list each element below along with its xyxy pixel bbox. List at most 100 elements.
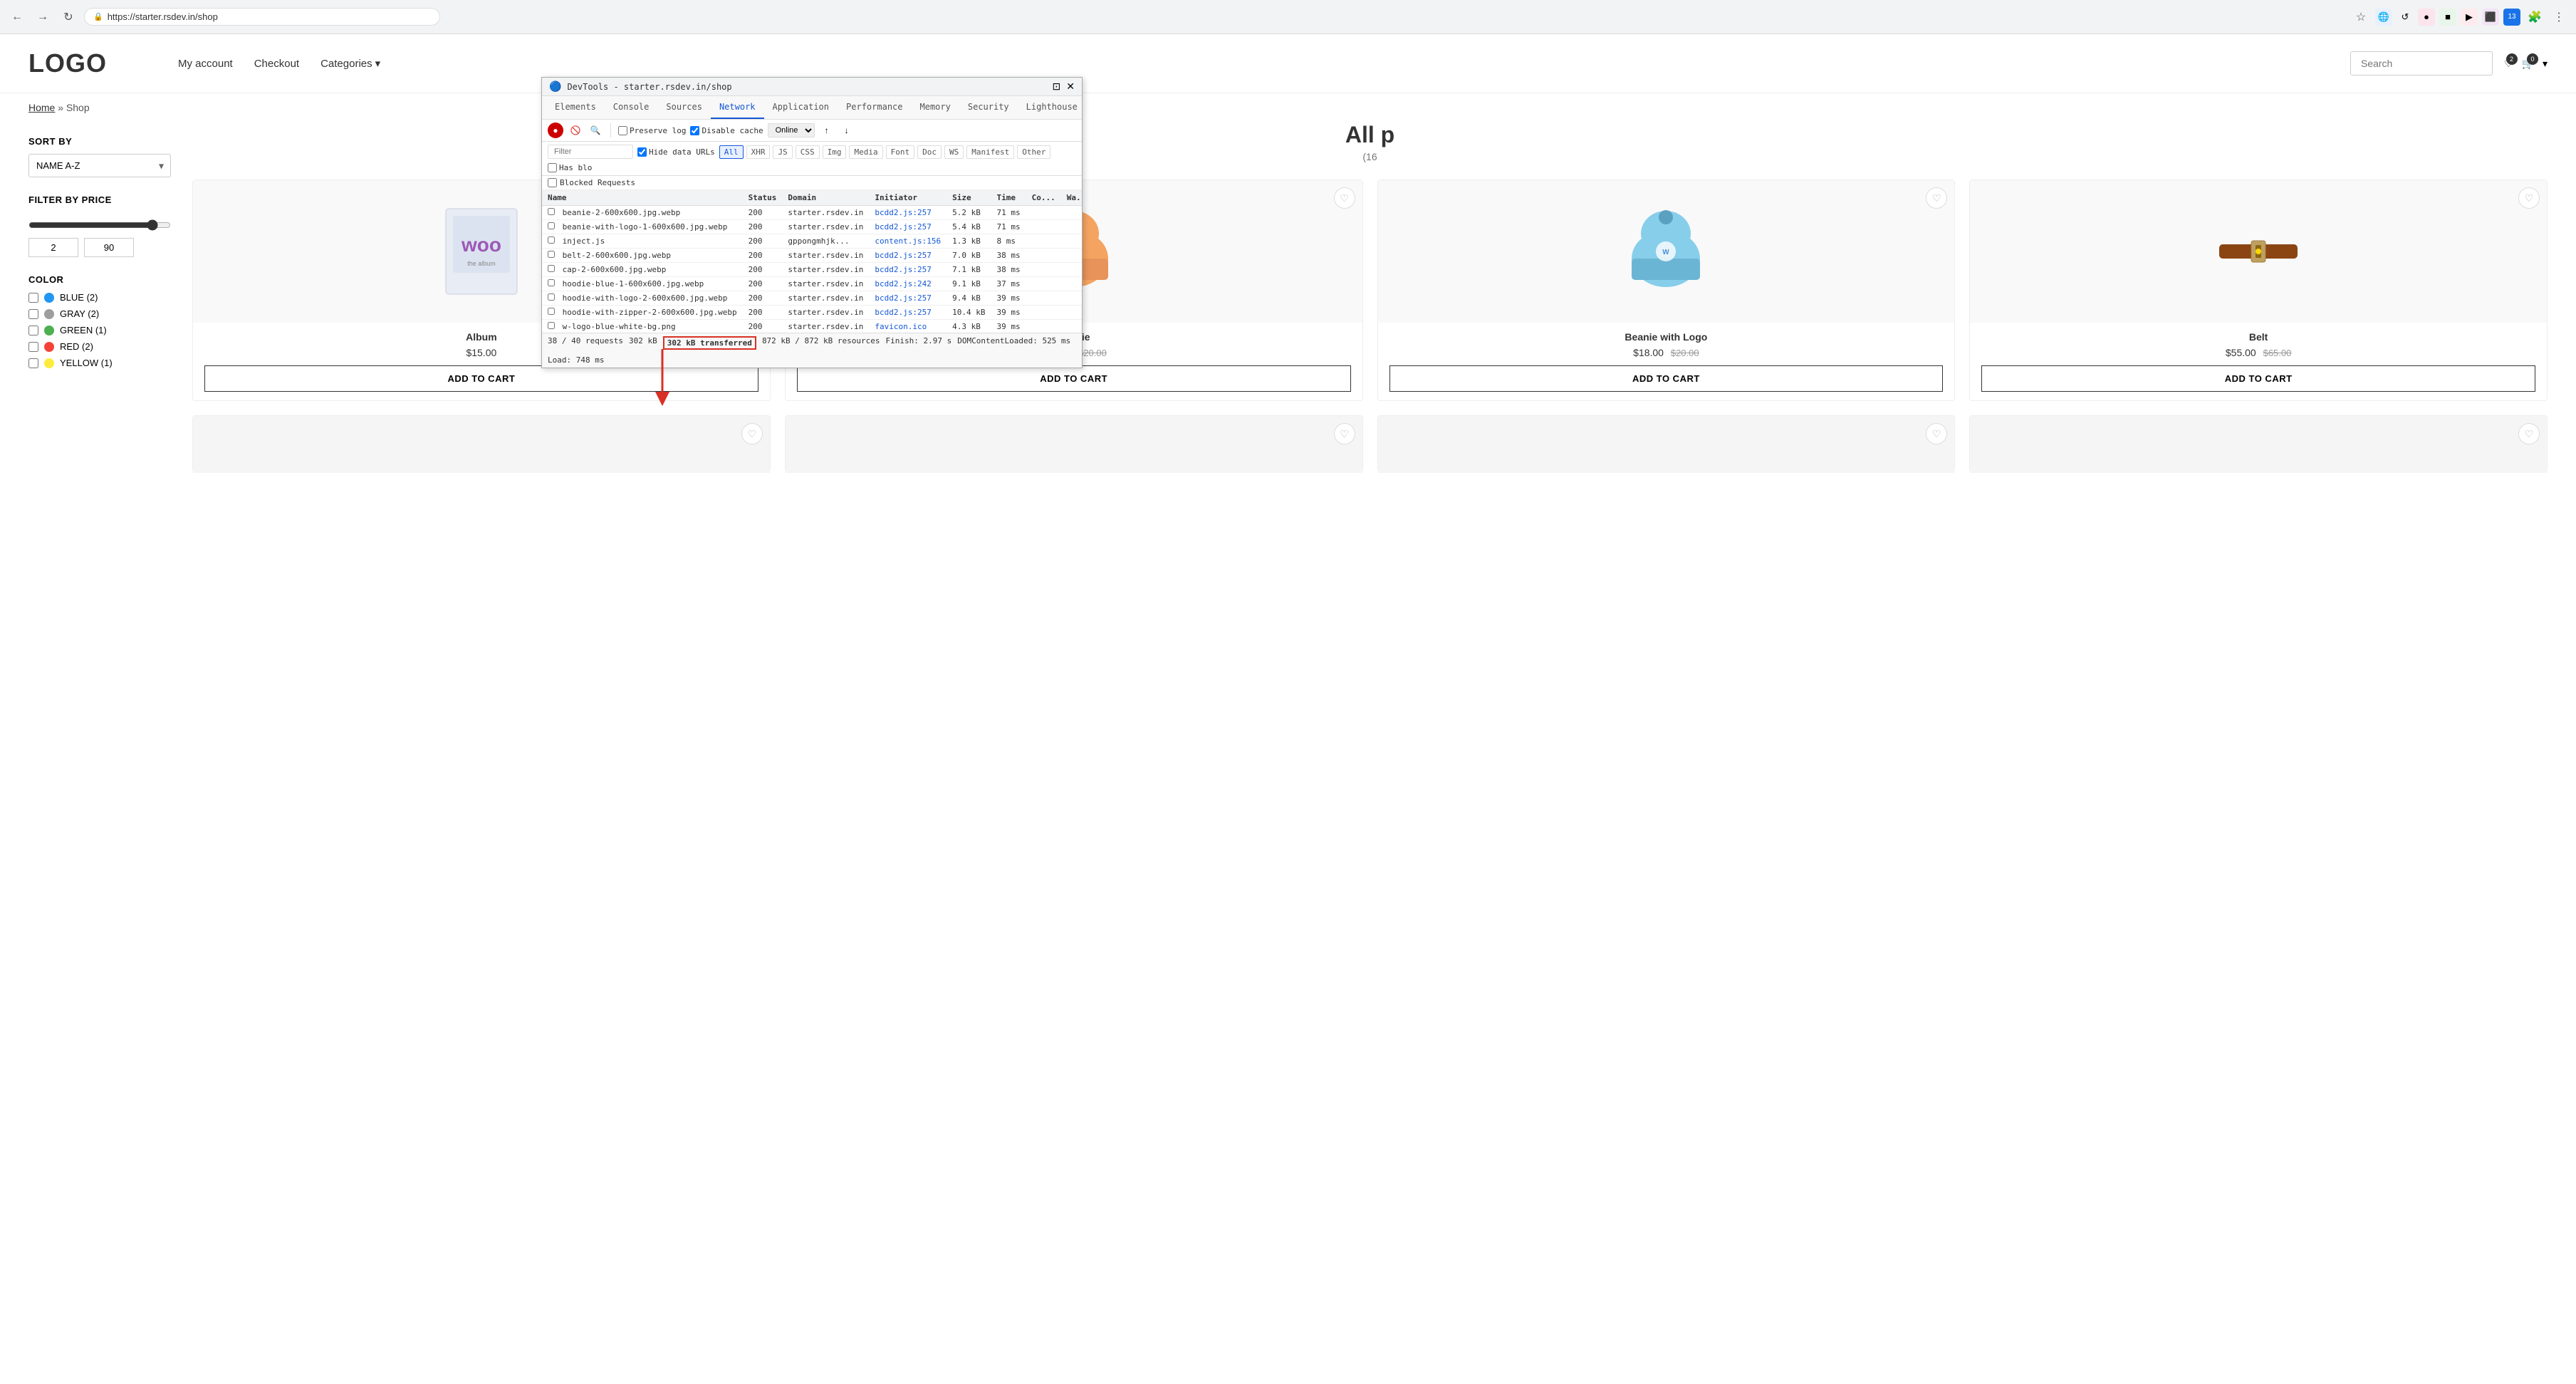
site-header: LOGO My account Checkout Categories ▾ ♡ …: [0, 34, 2576, 93]
devtools-tab-application[interactable]: Application: [764, 96, 838, 119]
my-account-link[interactable]: My account: [178, 58, 233, 70]
filter-tag-other[interactable]: Other: [1017, 145, 1050, 159]
load-label: Load: 748 ms: [548, 355, 604, 365]
throttle-select[interactable]: Online: [768, 123, 815, 137]
sort-section: SORT BY NAME A-ZNAME Z-APRICE LOW TO HIG…: [28, 136, 171, 177]
filter-tag-font[interactable]: Font: [886, 145, 915, 159]
cell-time: 8 ms: [991, 234, 1026, 249]
add-to-cart-button-2[interactable]: ADD TO CART: [1389, 365, 1944, 392]
network-table-row[interactable]: inject.js 200gppongmhjk...content.js:156…: [542, 234, 1082, 249]
add-to-cart-button-1[interactable]: ADD TO CART: [797, 365, 1351, 392]
account-icon[interactable]: ▾: [2543, 58, 2548, 70]
devtools-undock[interactable]: ⊡: [1053, 80, 1061, 93]
color-checkbox-red[interactable]: [28, 342, 38, 352]
network-table-row[interactable]: cap-2-600x600.jpg.webp 200starter.rsdev.…: [542, 263, 1082, 277]
devtools-tab-security[interactable]: Security: [959, 96, 1018, 119]
network-scroll[interactable]: NameStatusDomainInitiatorSizeTimeCo...Wa…: [542, 190, 1082, 333]
filter-icon-button[interactable]: 🔍: [588, 123, 603, 138]
filter-tag-media[interactable]: Media: [849, 145, 882, 159]
export-button[interactable]: ↓: [839, 123, 855, 138]
has-blocked-checkbox[interactable]: Has blo: [548, 163, 592, 172]
devtools-tab-sources[interactable]: Sources: [657, 96, 711, 119]
cell-wa: [1061, 249, 1082, 263]
devtools-tab-lighthouse[interactable]: Lighthouse: [1018, 96, 1086, 119]
network-table-row[interactable]: w-logo-blue-white-bg.png 200starter.rsde…: [542, 320, 1082, 333]
color-checkbox-gray[interactable]: [28, 309, 38, 319]
menu-button[interactable]: ⋮: [2549, 7, 2569, 27]
network-table-row[interactable]: hoodie-blue-1-600x600.jpg.webp 200starte…: [542, 277, 1082, 291]
price-max-input[interactable]: [84, 238, 134, 257]
wishlist-icon-wrapper[interactable]: ♡ 2: [2504, 58, 2513, 70]
add-to-cart-button-3[interactable]: ADD TO CART: [1981, 365, 2535, 392]
cell-domain: gppongmhjk...: [782, 234, 869, 249]
network-col-time: Time: [991, 190, 1026, 206]
color-item: BLUE (2): [28, 292, 171, 303]
checkout-link[interactable]: Checkout: [254, 58, 299, 70]
sort-select[interactable]: NAME A-ZNAME Z-APRICE LOW TO HIGHPRICE H…: [28, 154, 171, 177]
wishlist-button-2[interactable]: ♡: [1334, 423, 1355, 444]
devtools-tab-elements[interactable]: Elements: [546, 96, 605, 119]
import-button[interactable]: ↑: [819, 123, 835, 138]
filter-tag-all[interactable]: All: [719, 145, 744, 159]
cart-icon-wrapper[interactable]: 🛒 0: [2522, 58, 2534, 70]
price-slider[interactable]: [28, 219, 171, 231]
record-button[interactable]: ●: [548, 123, 563, 138]
network-table-row[interactable]: beanie-2-600x600.jpg.webp 200starter.rsd…: [542, 206, 1082, 220]
breadcrumb-home[interactable]: Home: [28, 102, 55, 113]
categories-button[interactable]: Categories ▾: [320, 57, 380, 70]
network-table-row[interactable]: belt-2-600x600.jpg.webp 200starter.rsdev…: [542, 249, 1082, 263]
preserve-log-checkbox[interactable]: Preserve log: [618, 126, 686, 135]
ext-red[interactable]: ▶: [2461, 9, 2478, 26]
network-table-row[interactable]: beanie-with-logo-1-600x600.jpg.webp 200s…: [542, 220, 1082, 234]
color-dot-gray: [44, 309, 54, 319]
bookmark-button[interactable]: ☆: [2351, 7, 2371, 27]
clear-button[interactable]: 🚫: [568, 123, 583, 138]
wishlist-button-3[interactable]: ♡: [2518, 187, 2540, 209]
ext-green[interactable]: ■: [2439, 9, 2456, 26]
sidebar: SORT BY NAME A-ZNAME Z-APRICE LOW TO HIG…: [28, 122, 171, 472]
filter-tag-xhr[interactable]: XHR: [746, 145, 771, 159]
product-price-3: $55.00 $65.00: [1981, 347, 2535, 358]
ext-badge[interactable]: 13: [2503, 9, 2520, 26]
ext-pink[interactable]: ●: [2418, 9, 2435, 26]
filter-tag-doc[interactable]: Doc: [917, 145, 942, 159]
color-checkbox-green[interactable]: [28, 326, 38, 335]
back-button[interactable]: ←: [7, 7, 27, 27]
filter-tag-manifest[interactable]: Manifest: [966, 145, 1014, 159]
wishlist-button-4[interactable]: ♡: [2518, 423, 2540, 444]
network-table-row[interactable]: hoodie-with-zipper-2-600x600.jpg.webp 20…: [542, 306, 1082, 320]
wishlist-button-3[interactable]: ♡: [1926, 423, 1947, 444]
devtools-close[interactable]: ✕: [1066, 80, 1075, 93]
cell-wa: [1061, 234, 1082, 249]
product-card-partial3: ♡: [1377, 415, 1956, 472]
wishlist-button-1[interactable]: ♡: [1334, 187, 1355, 209]
network-table-row[interactable]: hoodie-with-logo-2-600x600.jpg.webp 200s…: [542, 291, 1082, 306]
filter-tag-css[interactable]: CSS: [796, 145, 820, 159]
color-checkbox-blue[interactable]: [28, 293, 38, 303]
search-input[interactable]: [2350, 51, 2493, 76]
devtools-tab-memory[interactable]: Memory: [912, 96, 959, 119]
add-to-cart-button-0[interactable]: ADD TO CART: [204, 365, 758, 392]
color-label: YELLOW (1): [60, 358, 113, 368]
devtools-tab-performance[interactable]: Performance: [838, 96, 911, 119]
price-min-input[interactable]: [28, 238, 78, 257]
disable-cache-checkbox[interactable]: Disable cache: [690, 126, 763, 135]
wishlist-button-2[interactable]: ♡: [1926, 187, 1947, 209]
filter-tag-ws[interactable]: WS: [944, 145, 964, 159]
blocked-requests-checkbox[interactable]: [548, 178, 557, 187]
hide-data-urls-checkbox[interactable]: Hide data URLs: [637, 147, 715, 157]
wishlist-button[interactable]: ♡: [741, 423, 763, 444]
ext-purple[interactable]: ⬛: [2482, 9, 2499, 26]
address-bar[interactable]: 🔒 https://starter.rsdev.in/shop: [84, 8, 440, 26]
refresh-button[interactable]: ↻: [58, 7, 78, 27]
forward-button[interactable]: →: [33, 7, 53, 27]
devtools-tab-network[interactable]: Network: [711, 96, 764, 119]
filter-tag-js[interactable]: JS: [773, 145, 792, 159]
devtools-tab-console[interactable]: Console: [605, 96, 658, 119]
ext-translate[interactable]: 🌐: [2375, 9, 2392, 26]
extensions-button[interactable]: 🧩: [2525, 7, 2545, 27]
filter-tag-img[interactable]: Img: [823, 145, 847, 159]
color-checkbox-yellow[interactable]: [28, 358, 38, 368]
ext-refresh[interactable]: ↺: [2397, 9, 2414, 26]
filter-input[interactable]: [548, 145, 633, 159]
